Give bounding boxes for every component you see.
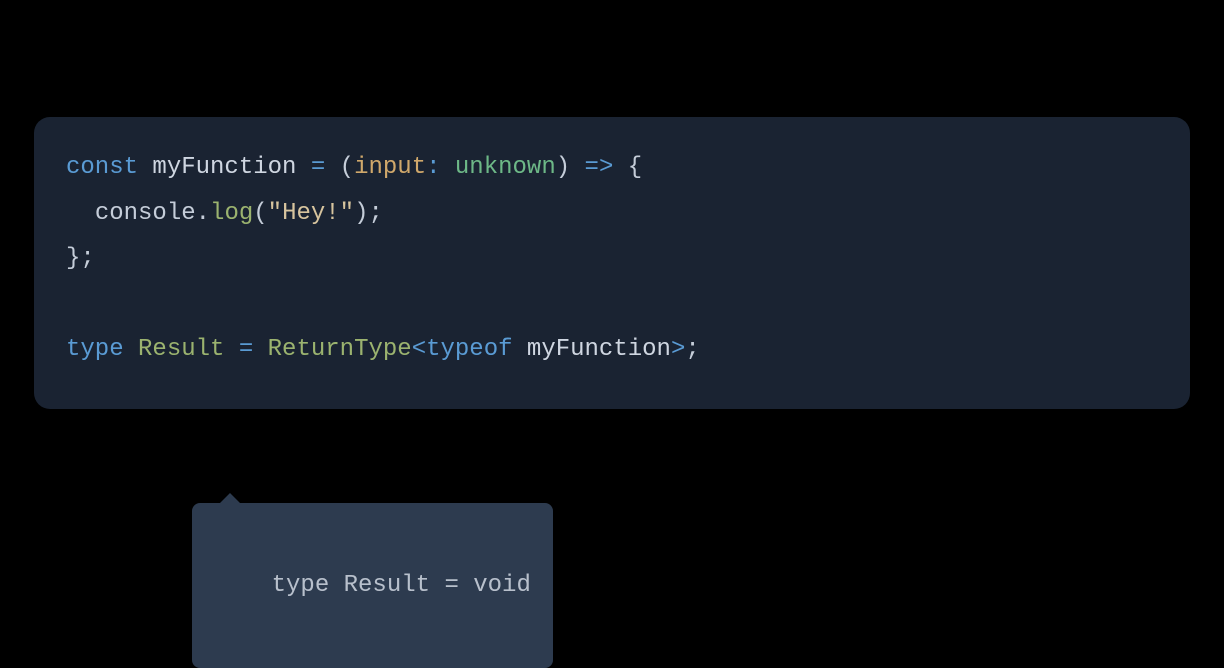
type-hint-tooltip: type Result = void [192,503,553,668]
code-line-5: type Result = ReturnType<typeof myFuncti… [66,327,1158,373]
code-line-3: }; [66,236,1158,282]
operator-assign: = [296,154,339,181]
code-line-1: const myFunction = (input: unknown) => { [66,145,1158,191]
identifier-console: console [95,200,196,227]
keyword-type: type [66,336,124,363]
colon: : [426,154,455,181]
dot: . [196,200,210,227]
identifier-ref: myFunction [527,336,671,363]
type-unknown: unknown [455,154,556,181]
identifier-myfunction: myFunction [152,154,296,181]
angle-open: < [412,336,426,363]
keyword-const: const [66,154,138,181]
paren-open: ( [253,200,267,227]
paren-close: ) [354,200,368,227]
semicolon: ; [369,200,383,227]
brace-open: { [628,154,642,181]
arrow: => [570,154,628,181]
code-block: const myFunction = (input: unknown) => {… [34,117,1190,409]
param-input: input [354,154,426,181]
code-line-2: console.log("Hey!"); [66,191,1158,237]
type-result: Result [138,336,224,363]
keyword-typeof: typeof [426,336,512,363]
tooltip-text: type Result = void [272,572,531,599]
method-log: log [210,200,253,227]
string-literal: "Hey!" [268,200,354,227]
angle-close: > [671,336,685,363]
code-line-blank [66,282,1158,328]
type-returntype: ReturnType [268,336,412,363]
paren-open: ( [340,154,354,181]
paren-close: ) [556,154,570,181]
operator-assign: = [224,336,267,363]
brace-close: } [66,245,80,272]
semicolon: ; [685,336,699,363]
semicolon: ; [80,245,94,272]
